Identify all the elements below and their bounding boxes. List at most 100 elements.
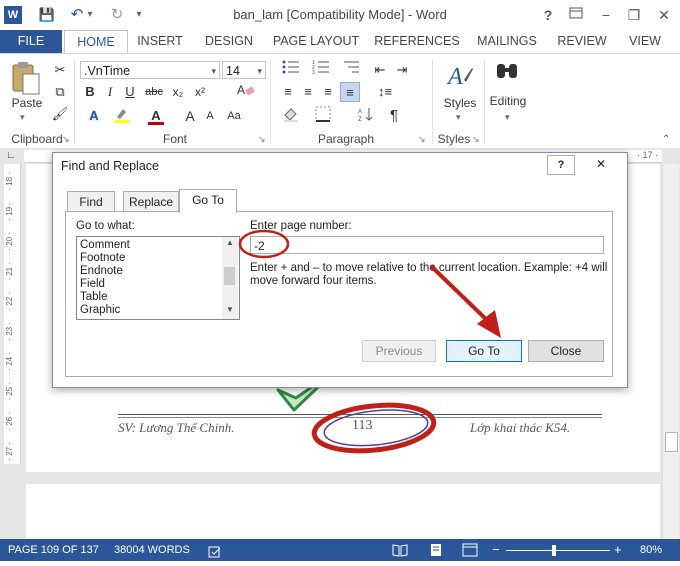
line-spacing-icon[interactable]: ↕≡ [372,82,398,102]
minimize-button[interactable]: − [594,4,618,26]
align-left-icon[interactable]: ≡ [278,82,298,102]
font-launcher-icon[interactable]: ↘ [258,134,266,145]
cut-icon[interactable]: ✂ [50,60,70,80]
vertical-scrollbar[interactable] [662,164,679,539]
tab-file[interactable]: FILE [0,30,62,53]
list-item[interactable]: Endnote [80,265,236,278]
increase-indent-icon[interactable]: ⇥ [392,60,412,80]
scroll-up-icon[interactable]: ▲ [222,237,238,249]
help-button[interactable]: ? [536,4,560,26]
styles-label[interactable]: Styles [440,96,480,110]
text-effects-icon[interactable]: A [84,106,104,126]
list-scrollbar[interactable]: ▲ ▼ [222,237,238,319]
scroll-thumb[interactable] [665,432,678,452]
tab-references[interactable]: REFERENCES [372,30,462,53]
page-number-input[interactable]: -2 [250,236,604,254]
borders-icon[interactable] [310,106,336,126]
copy-icon[interactable]: ⧉ [50,82,70,102]
editing-label[interactable]: Editing [486,94,530,108]
italic-button[interactable]: I [100,82,120,102]
zoom-slider-thumb[interactable] [552,545,556,556]
font-color-icon[interactable]: A [146,106,166,126]
tab-home[interactable]: HOME [64,30,128,55]
styles-icon[interactable]: A [446,60,474,92]
font-name-combo[interactable]: .VnTime ▾ [80,61,220,79]
zoom-slider[interactable] [506,550,610,551]
paragraph-launcher-icon[interactable]: ↘ [418,134,426,145]
bold-button[interactable]: B [80,82,100,102]
tab-insert[interactable]: INSERT [130,30,190,53]
styles-launcher-icon[interactable]: ↘ [472,134,480,145]
redo-icon[interactable]: ↻ [106,5,128,25]
vertical-ruler[interactable]: · 18 · · 19 · · 20 · · 21 · · 22 · · 23 · · 24… [4,164,21,464]
binoculars-icon[interactable] [494,60,520,82]
close-button[interactable]: ✕ [652,4,676,26]
align-center-icon[interactable]: ≡ [298,82,318,102]
word-count-status[interactable]: 38004 WORDS [114,539,190,561]
align-right-icon[interactable]: ≡ [318,82,338,102]
shrink-font-button[interactable]: A [200,106,220,126]
go-to-what-list[interactable]: Comment Footnote Endnote Field Table Gra… [76,236,240,320]
customize-qat-icon[interactable]: ▾ [132,5,146,25]
save-icon[interactable]: 💾 [36,5,58,25]
tab-view[interactable]: VIEW [620,30,670,53]
list-item[interactable]: Footnote [80,252,236,265]
multilevel-list-icon[interactable] [338,60,364,80]
print-layout-icon[interactable] [428,543,444,565]
subscript-button[interactable]: x₂ [168,82,188,102]
show-formatting-button[interactable]: ¶ [384,106,404,126]
chevron-down-icon[interactable]: ▾ [211,62,216,80]
list-item[interactable]: Field [80,278,236,291]
tab-page-layout[interactable]: PAGE LAYOUT [268,30,364,53]
styles-dropdown-icon[interactable]: ▾ [456,112,461,123]
proofing-icon[interactable] [208,544,222,566]
word-app-icon[interactable]: W [4,6,22,24]
justify-icon[interactable]: ≡ [340,82,360,102]
change-case-button[interactable]: Aa [222,106,246,126]
read-mode-icon[interactable] [392,543,408,565]
ribbon-display-icon[interactable] [564,4,588,26]
font-size-combo[interactable]: 14 ▾ [222,61,266,79]
page-count-status[interactable]: PAGE 109 OF 137 [8,539,99,561]
tab-find[interactable]: Find [67,191,115,212]
collapse-ribbon-icon[interactable]: ⌃ [662,134,670,145]
dialog-help-button[interactable]: ? [547,155,575,175]
tab-selector-icon[interactable]: ∟ [4,150,18,162]
tab-mailings[interactable]: MAILINGS [470,30,544,53]
bullets-icon[interactable] [278,60,304,80]
list-scroll-thumb[interactable] [224,267,235,285]
clear-formatting-icon[interactable]: A [232,82,260,102]
sort-icon[interactable]: AZ [356,106,376,126]
format-painter-icon[interactable]: 🖌 [50,104,70,124]
paste-dropdown-icon[interactable]: ▾ [20,112,25,123]
paste-label[interactable]: Paste [8,96,46,110]
next-page[interactable] [26,484,660,544]
grow-font-button[interactable]: A [180,106,200,126]
shading-icon[interactable] [278,106,304,126]
web-layout-icon[interactable] [462,543,478,565]
highlight-icon[interactable] [112,106,132,126]
undo-dropdown-icon[interactable]: ▾ [84,5,96,25]
list-item[interactable]: Table [80,291,236,304]
dialog-close-icon[interactable]: ✕ [581,155,621,173]
superscript-button[interactable]: x² [190,82,210,102]
zoom-level[interactable]: 80% [640,539,662,561]
numbering-icon[interactable]: 123 [308,60,334,80]
clipboard-launcher-icon[interactable]: ↘ [62,134,70,145]
zoom-out-icon[interactable]: − [492,539,500,561]
tab-design[interactable]: DESIGN [198,30,260,53]
list-item[interactable]: Comment [80,239,236,252]
zoom-in-icon[interactable]: + [614,539,622,561]
close-dialog-button[interactable]: Close [528,340,604,362]
decrease-indent-icon[interactable]: ⇤ [370,60,390,80]
tab-go-to[interactable]: Go To [179,189,237,213]
tab-review[interactable]: REVIEW [552,30,612,53]
strikethrough-button[interactable]: abc [142,82,166,102]
underline-button[interactable]: U [120,82,140,102]
tab-replace[interactable]: Replace [123,191,179,212]
editing-dropdown-icon[interactable]: ▾ [505,112,510,123]
scroll-down-icon[interactable]: ▼ [222,305,238,314]
restore-button[interactable]: ❐ [622,4,646,26]
chevron-down-icon[interactable]: ▾ [257,62,262,80]
list-item[interactable]: Graphic [80,304,236,317]
